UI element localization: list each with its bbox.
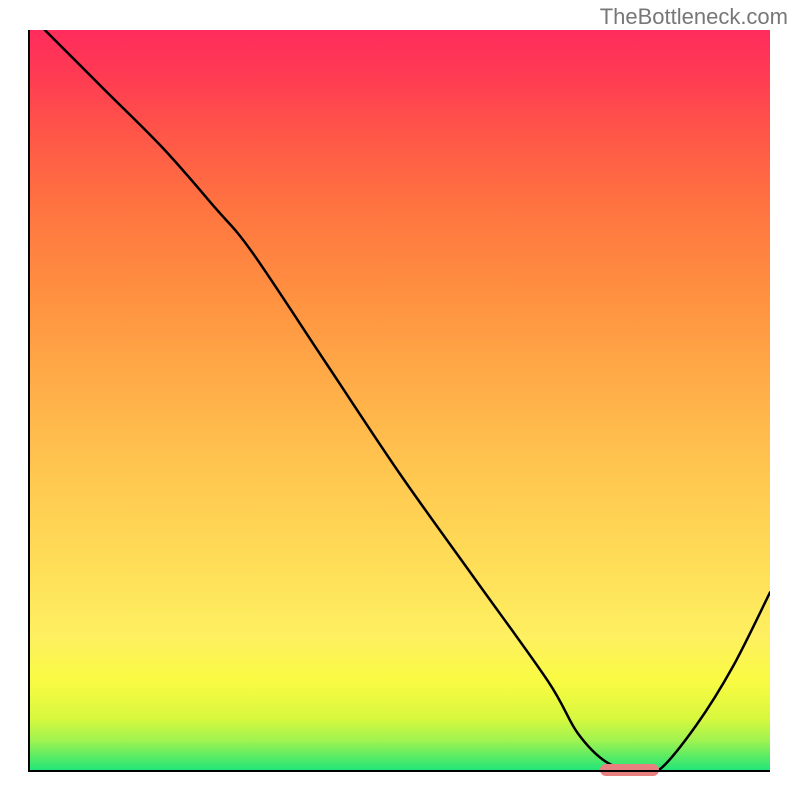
watermark-text: TheBottleneck.com	[600, 4, 788, 30]
x-axis	[30, 770, 770, 772]
plot-area	[30, 30, 770, 770]
y-axis	[28, 30, 30, 772]
gradient-background	[30, 30, 770, 770]
